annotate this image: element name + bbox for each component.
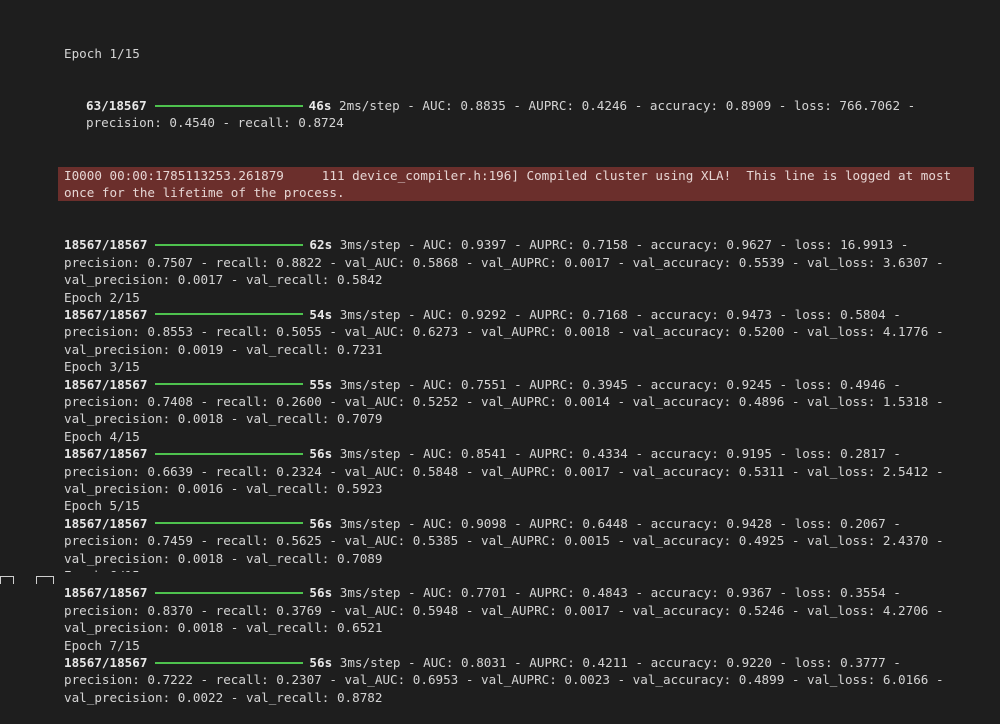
progress-bar bbox=[155, 661, 304, 664]
epoch-title: Epoch 1/15 bbox=[64, 45, 140, 61]
epoch-title: Epoch 3/15 bbox=[64, 359, 140, 375]
elapsed-time: 56s bbox=[309, 446, 333, 462]
step-count: 18567/18567 bbox=[64, 515, 148, 531]
metrics-text: 2ms/step - AUC: 0.8835 - AUPRC: 0.4246 -… bbox=[86, 98, 923, 131]
step-count: 63/18567 bbox=[86, 98, 147, 114]
progress-line: 18567/18567 56s 3ms/step - AUC: 0.8031 - … bbox=[64, 654, 974, 706]
progress-bar bbox=[155, 243, 304, 246]
progress-bar bbox=[155, 313, 304, 316]
epoch-title: Epoch 5/15 bbox=[64, 498, 140, 514]
progress-line: 18567/18567 62s 3ms/step - AUC: 0.9397 - … bbox=[64, 236, 974, 288]
elapsed-time: 56s bbox=[309, 585, 333, 601]
progress-bar bbox=[155, 452, 304, 455]
progress-bar bbox=[155, 522, 304, 525]
step-count: 18567/18567 bbox=[64, 376, 148, 392]
elapsed-time: 56s bbox=[309, 655, 333, 671]
step-count: 18567/18567 bbox=[64, 446, 148, 462]
epoch-title: Epoch 4/15 bbox=[64, 428, 140, 444]
elapsed-time: 55s bbox=[309, 376, 333, 392]
progress-line: 18567/18567 56s 3ms/step - AUC: 0.7701 - … bbox=[64, 584, 974, 636]
elapsed-time: 54s bbox=[309, 306, 333, 322]
progress-line: 18567/18567 56s 3ms/step - AUC: 0.8541 - … bbox=[64, 445, 974, 497]
elapsed-time: 62s bbox=[309, 237, 333, 253]
progress-line: 63/18567 46s 2ms/step - AUC: 0.8835 - AUP… bbox=[64, 97, 974, 132]
cell-output: Epoch 1/15 63/18567 46s 2ms/step - AUC: 0… bbox=[58, 10, 974, 724]
stderr-message: I0000 00:00:1785113253.261879 111 device… bbox=[58, 166, 974, 202]
progress-line: 18567/18567 56s 3ms/step - AUC: 0.9098 - … bbox=[64, 515, 974, 567]
step-count: 18567/18567 bbox=[64, 585, 148, 601]
progress-bar bbox=[155, 383, 304, 386]
elapsed-time: 46s bbox=[308, 98, 332, 114]
panel-icon[interactable] bbox=[0, 576, 14, 584]
step-count: 18567/18567 bbox=[64, 237, 148, 253]
progress-line: 18567/18567 54s 3ms/step - AUC: 0.9292 - … bbox=[64, 306, 974, 358]
epoch-list: 18567/18567 62s 3ms/step - AUC: 0.9397 - … bbox=[64, 236, 974, 706]
step-count: 18567/18567 bbox=[64, 655, 148, 671]
elapsed-time: 56s bbox=[309, 515, 333, 531]
progress-bar bbox=[154, 104, 303, 107]
keyboard-icon[interactable] bbox=[36, 576, 54, 584]
step-count: 18567/18567 bbox=[64, 306, 148, 322]
bottom-toolbar bbox=[0, 572, 1000, 584]
epoch-title: Epoch 7/15 bbox=[64, 637, 140, 653]
progress-line: 18567/18567 55s 3ms/step - AUC: 0.7551 - … bbox=[64, 376, 974, 428]
progress-bar bbox=[155, 591, 304, 594]
epoch-title: Epoch 2/15 bbox=[64, 289, 140, 305]
